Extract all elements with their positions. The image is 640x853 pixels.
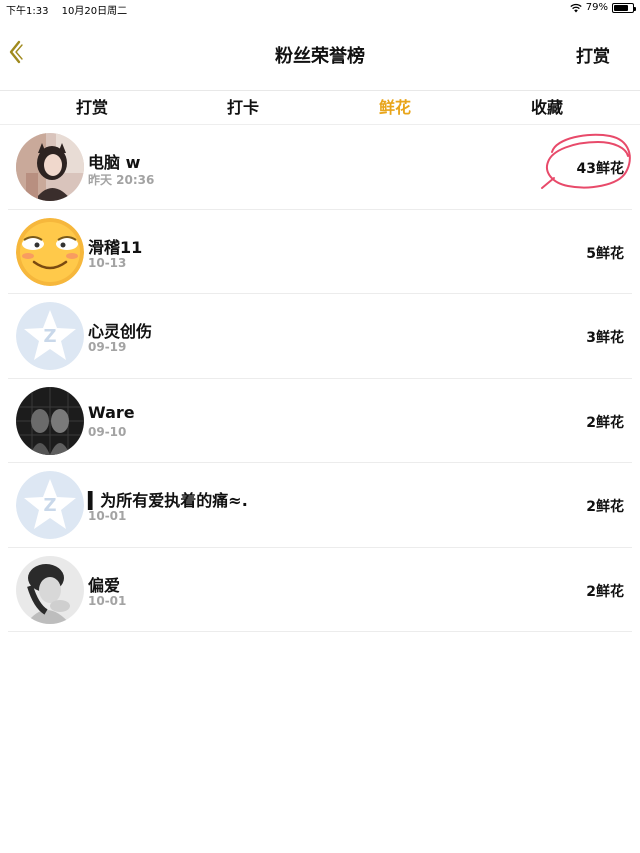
status-bar: 下午1:33 10月20日周二 79% (0, 0, 640, 17)
status-left: 下午1:33 10月20日周二 (6, 2, 137, 17)
svg-text:Z: Z (43, 495, 56, 516)
flower-count: 2鲜花 (586, 414, 624, 431)
avatar[interactable] (16, 217, 84, 286)
tab-reward[interactable]: 打赏 (12, 91, 172, 125)
wifi-icon (570, 3, 582, 12)
fan-name: Ware (88, 402, 135, 422)
fan-name: ▍为所有爱执着的痛≈. (88, 491, 248, 510)
flower-count: 2鲜花 (586, 499, 624, 515)
fan-time: 10-01 (88, 593, 127, 608)
tab-favorites[interactable]: 收藏 (467, 91, 627, 125)
tab-flowers[interactable]: 鲜花 (315, 91, 475, 125)
flower-count: 3鲜花 (586, 330, 624, 346)
battery-percent: 79% (585, 2, 608, 13)
list-item[interactable]: Z ▍为所有爱执着的痛≈. 10-01 2鲜花 (8, 463, 632, 548)
fan-time: 09-10 (88, 424, 127, 439)
avatar[interactable]: Z (16, 471, 84, 539)
flower-count: 5鲜花 (586, 245, 624, 262)
avatar[interactable] (16, 555, 84, 624)
fan-name: 偏爱 (88, 575, 121, 595)
fan-time: 09-19 (88, 340, 127, 354)
list-item[interactable]: Ware 09-10 2鲜花 (8, 379, 632, 463)
flower-count: 2鲜花 (586, 583, 624, 600)
fan-time: 昨天 20:36 (88, 173, 155, 187)
fan-list: 电脑 w 昨天 20:36 43鲜花 滑稽11 10-13 5鲜花 Z 心灵创伤… (8, 125, 632, 632)
fan-time: 10-01 (88, 509, 127, 523)
fan-name: 滑稽11 (88, 237, 143, 257)
list-item[interactable]: 偏爱 10-01 2鲜花 (8, 548, 632, 632)
fan-time: 10-13 (88, 255, 127, 270)
svg-text:Z: Z (43, 326, 56, 347)
navigation-bar: 粉丝荣誉榜 打赏 (0, 16, 640, 90)
avatar[interactable] (16, 133, 84, 201)
status-right: 79% (570, 2, 636, 13)
battery-icon (612, 2, 636, 13)
reward-button[interactable]: 打赏 (576, 42, 610, 67)
tab-bar: 打赏 打卡 鲜花 收藏 (0, 90, 640, 125)
avatar[interactable] (16, 386, 84, 455)
list-item[interactable]: 电脑 w 昨天 20:36 43鲜花 (8, 125, 632, 210)
fan-name: 电脑 w (88, 153, 141, 172)
list-item[interactable]: 滑稽11 10-13 5鲜花 (8, 210, 632, 294)
battery-fill (614, 4, 629, 11)
flower-count: 43鲜花 (576, 161, 624, 177)
list-item[interactable]: Z 心灵创伤 09-19 3鲜花 (8, 294, 632, 379)
fan-name: 心灵创伤 (88, 322, 153, 341)
avatar[interactable]: Z (16, 302, 84, 370)
tab-checkin[interactable]: 打卡 (163, 91, 323, 125)
page-title: 粉丝荣誉榜 (275, 46, 365, 67)
